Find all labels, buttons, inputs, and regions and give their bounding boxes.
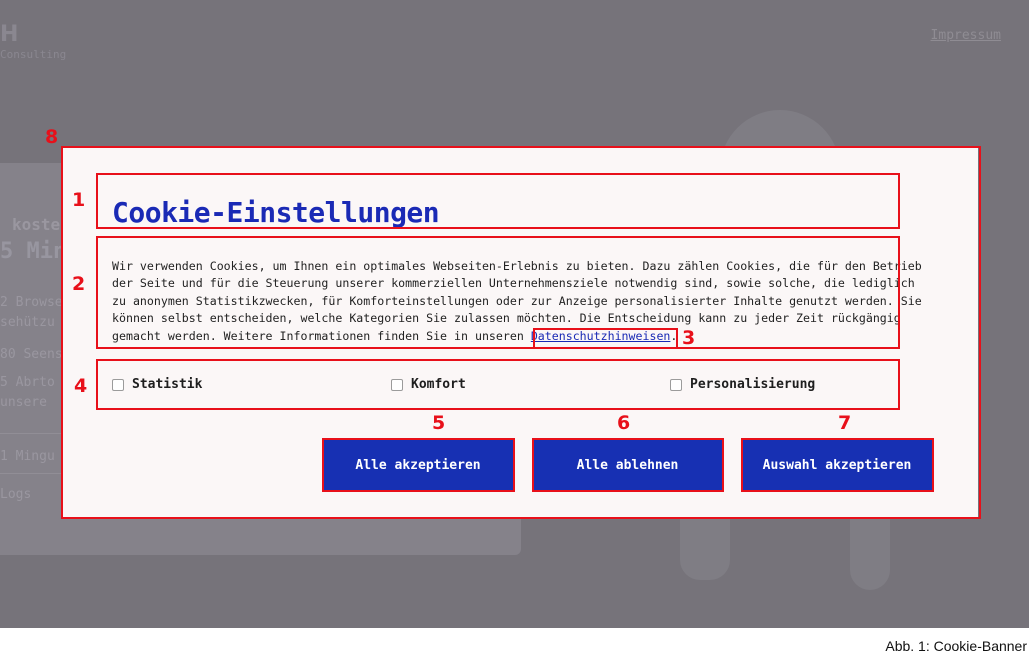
annotation-number: 5 (432, 412, 446, 434)
figure-caption: Abb. 1: Cookie-Banner (885, 638, 1027, 654)
background-card-text: 2 Browse (0, 295, 63, 310)
annotation-frame-link (533, 328, 678, 349)
annotation-number: 1 (72, 189, 86, 211)
background-card-text: 80 Seens (0, 347, 63, 362)
background-card-text: unsere (0, 395, 47, 410)
annotation-frame-reject-all (532, 438, 724, 492)
annotation-frame-title (96, 173, 900, 229)
background-card-text: sehützu (0, 315, 55, 330)
impressum-link[interactable]: Impressum (931, 28, 1001, 43)
annotation-frame-categories (96, 359, 900, 410)
background-card-text: 5 Abrto (0, 375, 55, 390)
annotation-number: 3 (682, 327, 696, 349)
annotation-frame-accept-selection (741, 438, 934, 492)
annotation-number: 6 (617, 412, 631, 434)
background-logo: H (0, 22, 19, 47)
background-logo-subtext: Consulting (0, 48, 67, 61)
annotation-number: 2 (72, 273, 86, 295)
background-card-text: koste (12, 215, 61, 234)
annotation-number: 4 (74, 375, 88, 397)
annotation-frame-accept-all (322, 438, 515, 492)
annotation-number: 8 (45, 126, 59, 148)
background-card-text: 1 Mingu (0, 449, 55, 464)
annotation-number: 7 (838, 412, 852, 434)
annotation-frame-text (96, 236, 900, 349)
background-card-text: 5 Min (0, 239, 67, 264)
background-card-text: Logs (0, 487, 32, 502)
